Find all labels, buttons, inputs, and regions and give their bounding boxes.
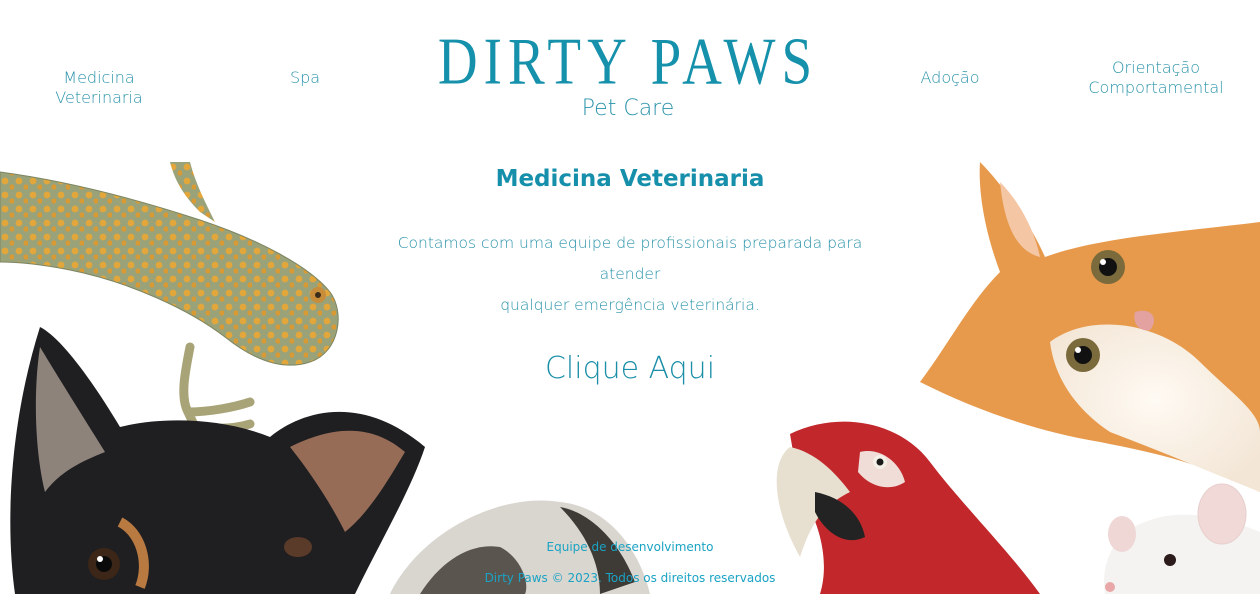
nav-adocao[interactable]: Adoção bbox=[905, 68, 995, 88]
nav-orientacao-line1: Orientação bbox=[1111, 58, 1201, 77]
hero-description-line2: qualquer emergência veterinária. bbox=[500, 296, 760, 314]
footer-team-link[interactable]: Equipe de desenvolvimento bbox=[547, 540, 714, 554]
hero-content: Medicina Veterinaria Contamos com uma eq… bbox=[330, 162, 930, 386]
hero-description-line1: Contamos com uma equipe de profissionais… bbox=[397, 234, 863, 283]
nav-orientacao-comportamental[interactable]: Orientação Comportamental bbox=[1080, 58, 1232, 98]
nav-orientacao-line2: Comportamental bbox=[1088, 78, 1224, 97]
nav-medicina-veterinaria[interactable]: Medicina Veterinaria bbox=[18, 68, 180, 108]
footer: Equipe de desenvolvimento Dirty Paws © 2… bbox=[430, 540, 830, 585]
mouse-image bbox=[1104, 483, 1260, 594]
nav-spa[interactable]: Spa bbox=[270, 68, 340, 88]
hero-section: Medicina Veterinaria Contamos com uma eq… bbox=[0, 162, 1260, 594]
hero-title: Medicina Veterinaria bbox=[495, 166, 765, 192]
clique-aqui-button[interactable]: Clique Aqui bbox=[545, 351, 715, 386]
kitten-image bbox=[920, 162, 1260, 492]
brand-title: DIRTY PAWS bbox=[437, 23, 819, 99]
hero-description: Contamos com uma equipe de profissionais… bbox=[365, 228, 895, 321]
brand-subtitle: Pet Care bbox=[581, 96, 675, 121]
site-header: Medicina Veterinaria Spa DIRTY PAWS Pet … bbox=[0, 0, 1260, 162]
brand-logo[interactable]: DIRTY PAWS Pet Care bbox=[380, 23, 876, 121]
footer-copyright: Dirty Paws © 2023. Todos os direitos res… bbox=[484, 571, 776, 585]
